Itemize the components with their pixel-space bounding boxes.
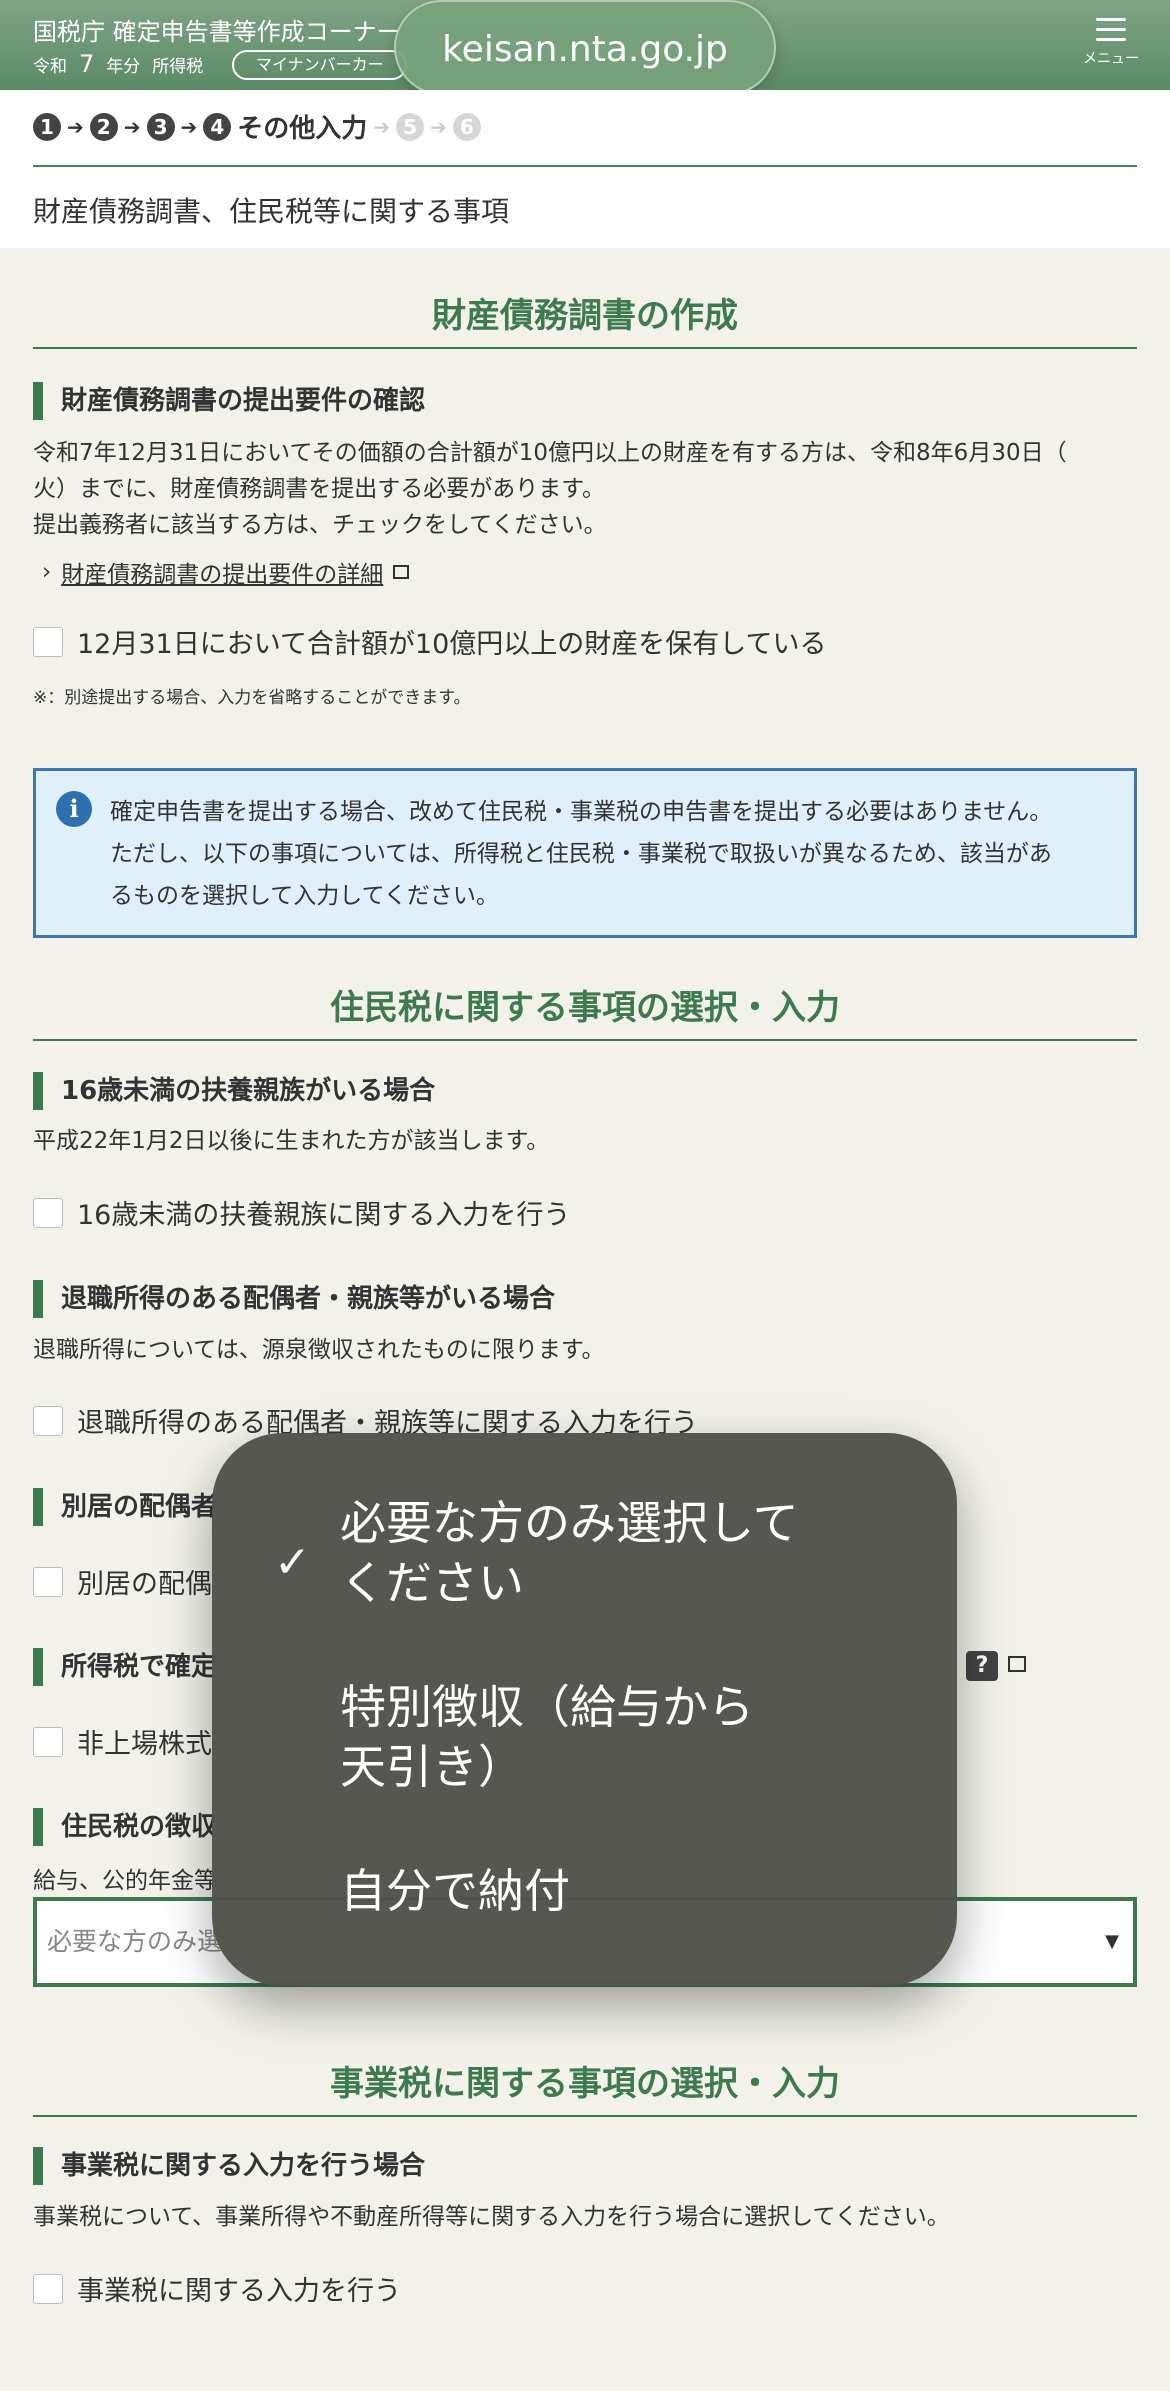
current-step-label: その他入力 [237, 114, 368, 144]
info-text: 確定申告書を提出する場合、改めて住民税・事業税の申告書を提出する必要はありません… [110, 791, 1120, 917]
dropdown-option-special-collection[interactable]: 特別徴収（給与から 天引き） [340, 1677, 860, 1797]
asset-note: ※：別途提出する場合、入力を省略することができます。 [33, 688, 471, 708]
info-line-1: 確定申告書を提出する場合、改めて住民税・事業税の申告書を提出する必要はありません… [110, 799, 1053, 825]
help-icon[interactable]: ? [966, 1651, 998, 1681]
checkbox-icon[interactable] [33, 2273, 63, 2304]
tax-year-info: 令和 7 年分 所得税 [33, 50, 203, 78]
option-text-line: ください [340, 1556, 524, 1610]
asset-section-heading: 財産債務調書の作成 [33, 288, 1137, 349]
year-value: 7 [79, 50, 95, 78]
dependents-checkbox[interactable]: 16歳未満の扶養親族に関する入力を行う [33, 1193, 570, 1232]
unlisted-stock-checkbox[interactable]: 非上場株式 [33, 1722, 212, 1761]
page-title: 財産債務調書、住民税等に関する事項 [33, 195, 510, 228]
resident-section-heading: 住民税に関する事項の選択・入力 [33, 980, 1137, 1041]
tax-type: 所得税 [152, 56, 204, 77]
business-checkbox[interactable]: 事業税に関する入力を行う [33, 2269, 401, 2308]
arrow-icon: ➔ [123, 114, 141, 139]
collection-heading: 住民税の徴収 [33, 1808, 217, 1846]
asset-checkbox[interactable]: 12月31日において合計額が10億円以上の財産を保有している [33, 622, 826, 661]
checkmark-icon: ✓ [274, 1537, 311, 1588]
asset-checkbox-label: 12月31日において合計額が10億円以上の財産を保有している [77, 629, 827, 660]
unlisted-stock-checkbox-label: 非上場株式 [77, 1729, 212, 1760]
business-heading: 事業税に関する入力を行う場合 [33, 2147, 425, 2185]
option-text-line: 必要な方のみ選択して [340, 1496, 799, 1550]
new-window-icon [393, 565, 410, 579]
info-line-3: るものを選択して入力してください。 [110, 883, 499, 909]
dependents-text: 平成22年1月2日以後に生まれた方が該当します。 [33, 1128, 550, 1154]
menu-label: メニュー [1083, 51, 1139, 67]
arrow-icon: ➔ [67, 114, 84, 139]
checkbox-icon[interactable] [33, 1566, 63, 1597]
info-icon: i [56, 791, 92, 827]
info-line-2: ただし、以下の事項については、所得税と住民税・事業税で取扱いが異なるため、該当が… [110, 841, 1052, 867]
step-3: 3 [146, 112, 175, 141]
asset-text-1: 令和7年12月31日においてその価額の合計額が10億円以上の財産を有する方は、令… [33, 440, 1067, 466]
step-indicator: 1 ➔ 2 ➔ 3 ➔ 4 その他入力 ➔ 5 ➔ 6 [33, 108, 481, 145]
step-2: 2 [89, 112, 118, 141]
business-text: 事業税について、事業所得や不動産所得等に関する入力を行う場合に選択してください。 [33, 2204, 950, 2230]
step-1: 1 [33, 112, 61, 141]
arrow-icon: ➔ [180, 114, 198, 139]
era-label: 令和 [33, 56, 67, 77]
separate-spouse-checkbox[interactable]: 別居の配偶 [33, 1562, 212, 1601]
option-text-line: 特別徴収（給与から [340, 1680, 754, 1734]
dependents-heading: 16歳未満の扶養親族がいる場合 [33, 1072, 435, 1110]
step-6: 6 [452, 112, 481, 141]
info-box: i 確定申告書を提出する場合、改めて住民税・事業税の申告書を提出する必要はありま… [33, 768, 1137, 938]
separate-spouse-checkbox-label: 別居の配偶 [77, 1569, 212, 1600]
caret-down-icon: ▼ [1105, 1931, 1119, 1952]
arrow-icon: ➔ [373, 114, 391, 139]
income-tax-heading: 所得税で確定 [33, 1648, 217, 1686]
option-text-line: 天引き） [340, 1740, 524, 1794]
checkbox-icon[interactable] [33, 1197, 63, 1228]
asset-text-3: 提出義務者に該当する方は、チェックをしてください。 [33, 512, 607, 538]
step-5: 5 [396, 112, 425, 141]
checkbox-icon[interactable] [33, 626, 63, 657]
dropdown-option-select-needed[interactable]: 必要な方のみ選択して ください [340, 1493, 860, 1613]
retirement-heading: 退職所得のある配偶者・親族等がいる場合 [33, 1280, 555, 1318]
arrow-icon: ➔ [430, 114, 447, 139]
hamburger-icon [1078, 18, 1144, 41]
asset-requirements-heading: 財産債務調書の提出要件の確認 [33, 382, 425, 420]
retirement-text: 退職所得については、源泉徴収されたものに限ります。 [33, 1337, 605, 1363]
select-value: 必要な方のみ選 [47, 1927, 223, 1956]
dropdown-menu: ✓ 必要な方のみ選択して ください 特別徴収（給与から 天引き） 自分で納付 [212, 1433, 957, 1986]
chevron-right-icon: › [42, 559, 52, 585]
checkbox-icon[interactable] [33, 1405, 63, 1436]
business-section-heading: 事業税に関する事項の選択・入力 [33, 2056, 1137, 2117]
asset-text-2: 火）までに、財産債務調書を提出する必要があります。 [33, 476, 606, 502]
site-title[interactable]: 国税庁 確定申告書等作成コーナー [33, 12, 401, 47]
menu-button[interactable]: メニュー [1078, 18, 1144, 68]
url-bar[interactable]: keisan.nta.go.jp [394, 0, 776, 95]
asset-details-link-label: 財産債務調書の提出要件の詳細 [61, 562, 384, 588]
checkbox-icon[interactable] [33, 1726, 63, 1757]
option-text-line: 自分で納付 [340, 1864, 570, 1918]
dependents-checkbox-label: 16歳未満の扶養親族に関する入力を行う [77, 1200, 571, 1231]
business-checkbox-label: 事業税に関する入力を行う [77, 2276, 401, 2307]
collection-text: 給与、公的年金等 [33, 1868, 217, 1894]
divider [33, 165, 1137, 167]
step-4: 4 [203, 112, 232, 141]
separate-spouse-heading: 別居の配偶者 [33, 1488, 217, 1526]
mynaportal-button[interactable]: マイナンバーカー [232, 50, 407, 80]
year-suffix: 年分 [106, 56, 141, 77]
dropdown-option-self-pay[interactable]: 自分で納付 [340, 1861, 860, 1921]
asset-details-link[interactable]: › 財産債務調書の提出要件の詳細 [42, 555, 410, 589]
new-window-icon[interactable] [1008, 1656, 1026, 1672]
